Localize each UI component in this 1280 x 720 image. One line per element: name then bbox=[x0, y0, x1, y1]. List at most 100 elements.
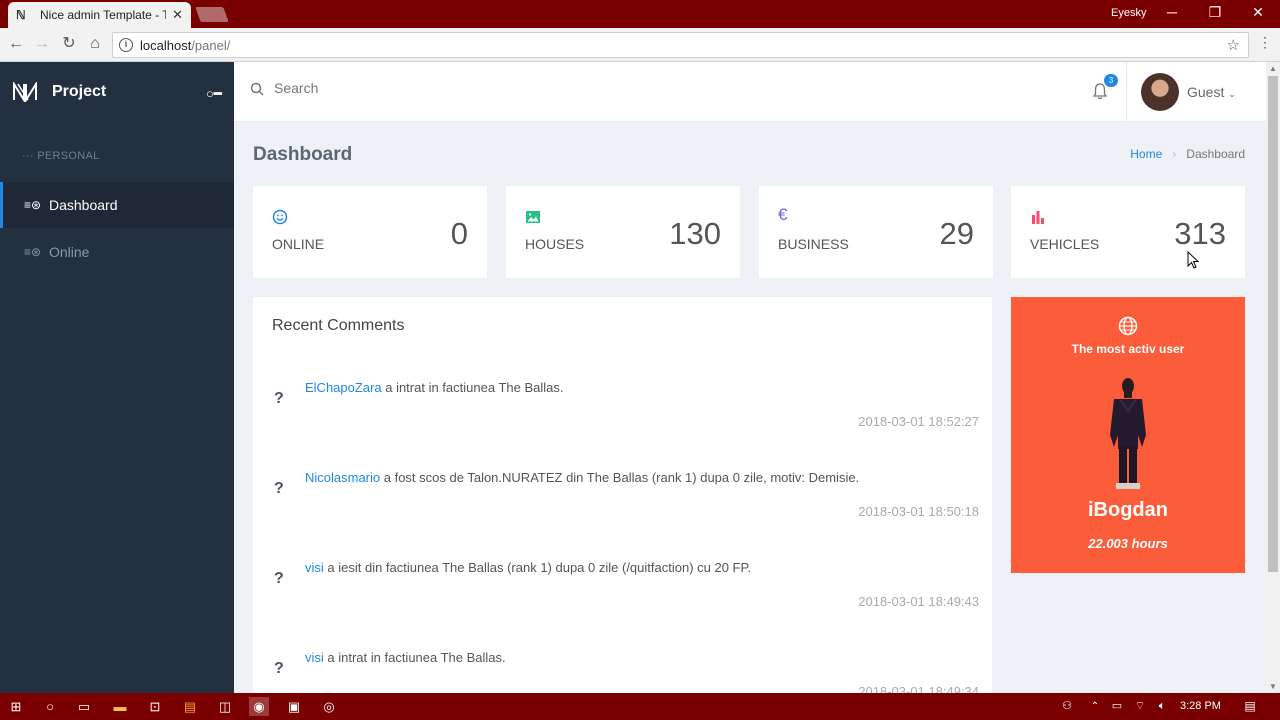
stat-label: ONLINE bbox=[272, 236, 325, 252]
sidebar: Project ○━ ··· PERSONAL ≡⊛ Dashboard ≡⊛ … bbox=[0, 62, 234, 693]
home-icon[interactable]: ⌂ bbox=[85, 34, 105, 54]
cortana-icon[interactable]: ○ bbox=[40, 697, 60, 716]
question-icon: ? bbox=[274, 570, 284, 587]
scroll-up-icon[interactable]: ▲ bbox=[1269, 64, 1277, 73]
forward-icon[interactable]: → bbox=[32, 34, 52, 54]
comment-time: 2018-03-01 18:50:18 bbox=[858, 504, 979, 519]
browser-menu-icon[interactable]: ⋮ bbox=[1258, 34, 1272, 51]
minimize-icon[interactable]: ─ bbox=[1162, 4, 1182, 20]
comment-time: 2018-03-01 18:49:43 bbox=[858, 594, 979, 609]
windows-taskbar: ⊞ ○ ▭ ▬ ⊡ ▤ ◫ ◉ ▣ ◎ ⚇ ⌃ ▭ ⌔ 🔈︎ 3:28 PM ▤ bbox=[0, 693, 1280, 720]
breadcrumb-separator-icon: › bbox=[1172, 147, 1177, 161]
sidebar-item-label: Dashboard bbox=[49, 197, 118, 213]
bookmark-star-icon[interactable]: ☆ bbox=[1227, 36, 1240, 54]
question-icon: ? bbox=[274, 660, 284, 677]
comment-item: ? visi a intrat in factiunea The Ballas.… bbox=[253, 650, 992, 693]
recent-comments-panel: Recent Comments ? ElChapoZara a intrat i… bbox=[253, 297, 992, 693]
app-icon[interactable]: ◎ bbox=[319, 697, 339, 716]
breadcrumb: Home › Dashboard bbox=[1130, 147, 1245, 161]
user-name: Guest bbox=[1187, 84, 1225, 100]
media-player-icon[interactable]: ▣ bbox=[284, 697, 304, 716]
people-icon[interactable]: ⚇ bbox=[1057, 697, 1077, 716]
player-skin-image bbox=[1110, 378, 1146, 489]
sidebar-section-label: ··· PERSONAL bbox=[22, 150, 100, 162]
comment-user-link[interactable]: visi bbox=[305, 560, 324, 575]
start-menu-icon[interactable]: ⊞ bbox=[6, 697, 26, 716]
url-host: localhost bbox=[140, 37, 192, 53]
browser-profile-name[interactable]: Eyesky bbox=[1111, 7, 1146, 19]
chevron-down-icon: ⌄ bbox=[1228, 89, 1236, 99]
action-center-icon[interactable]: ▤ bbox=[1240, 697, 1260, 716]
brand-name: Project bbox=[52, 83, 107, 100]
stat-value: 130 bbox=[669, 216, 721, 251]
smile-icon bbox=[272, 209, 288, 225]
taskbar-clock[interactable]: 3:28 PM bbox=[1180, 700, 1221, 712]
stat-value: 29 bbox=[939, 216, 974, 251]
sidebar-toggle-icon[interactable]: ○━ bbox=[206, 86, 222, 102]
dashboard-icon: ≡⊛ bbox=[24, 198, 42, 212]
stat-card-business: € BUSINESS 29 bbox=[759, 186, 993, 278]
sidebar-item-label: Online bbox=[49, 244, 90, 260]
top-user-card: The most activ user iBogdan 22.003 hours bbox=[1011, 297, 1245, 573]
comment-text: visi a intrat in factiunea The Ballas. bbox=[305, 650, 506, 665]
browser-tab[interactable]: ℕ Nice admin Template - Th ✕ bbox=[8, 2, 191, 28]
sublime-text-icon[interactable]: ▤ bbox=[180, 697, 200, 716]
scrollbar-thumb[interactable] bbox=[1268, 76, 1278, 572]
url-path: /panel/ bbox=[191, 37, 231, 53]
back-icon[interactable]: ← bbox=[6, 34, 26, 54]
comment-text: ElChapoZara a intrat in factiunea The Ba… bbox=[305, 380, 564, 395]
scroll-down-icon[interactable]: ▼ bbox=[1269, 682, 1277, 691]
top-user-name: iBogdan bbox=[1088, 499, 1168, 521]
comment-text: Nicolasmario a fost scos de Talon.NURATE… bbox=[305, 470, 860, 485]
task-view-icon[interactable]: ▭ bbox=[74, 697, 94, 716]
notification-badge: 3 bbox=[1104, 74, 1118, 87]
header-divider bbox=[1126, 62, 1127, 122]
app-icon[interactable]: ◫ bbox=[215, 697, 235, 716]
battery-icon[interactable]: ▭ bbox=[1107, 697, 1127, 716]
breadcrumb-home[interactable]: Home bbox=[1130, 147, 1162, 161]
close-tab-icon[interactable]: ✕ bbox=[172, 7, 183, 23]
stat-value: 0 bbox=[450, 216, 468, 251]
comment-text: visi a iesit din factiunea The Ballas (r… bbox=[305, 560, 752, 575]
stat-value: 313 bbox=[1174, 216, 1226, 251]
comment-time: 2018-03-01 18:49:34 bbox=[858, 684, 979, 693]
page-scrollbar[interactable]: ▲ ▼ bbox=[1266, 62, 1280, 693]
browser-toolbar: ← → ↻ ⌂ i localhost/panel/ ☆ ⋮ bbox=[0, 28, 1280, 62]
search-input[interactable] bbox=[274, 80, 574, 96]
show-hidden-icons-icon[interactable]: ⌃ bbox=[1085, 697, 1105, 716]
bar-chart-icon bbox=[1032, 211, 1044, 224]
comment-item: ? ElChapoZara a intrat in factiunea The … bbox=[253, 380, 992, 470]
brand[interactable]: Project bbox=[12, 82, 106, 102]
panel-title: Recent Comments bbox=[272, 317, 405, 334]
chrome-icon[interactable]: ◉ bbox=[249, 697, 269, 716]
new-tab-button[interactable] bbox=[195, 7, 229, 22]
search-icon[interactable] bbox=[250, 82, 264, 96]
info-icon[interactable]: i bbox=[119, 38, 133, 52]
online-icon: ≡⊛ bbox=[24, 245, 42, 259]
comment-user-link[interactable]: Nicolasmario bbox=[305, 470, 380, 485]
top-header: 3 Guest ⌄ bbox=[234, 62, 1266, 122]
file-explorer-icon[interactable]: ▬ bbox=[110, 697, 130, 716]
top-user-heading: The most activ user bbox=[1071, 342, 1185, 356]
sidebar-item-dashboard[interactable]: ≡⊛ Dashboard bbox=[0, 182, 234, 228]
avatar[interactable] bbox=[1141, 73, 1179, 111]
question-icon: ? bbox=[274, 480, 284, 497]
volume-icon[interactable]: 🔈︎ bbox=[1152, 697, 1172, 716]
stat-card-houses: HOUSES 130 bbox=[506, 186, 740, 278]
browser-titlebar: ℕ Nice admin Template - Th ✕ Eyesky ─ ❐ … bbox=[0, 0, 1280, 28]
comment-user-link[interactable]: ElChapoZara bbox=[305, 380, 382, 395]
close-window-icon[interactable]: ✕ bbox=[1248, 4, 1268, 21]
mouse-cursor-icon bbox=[1187, 251, 1199, 269]
comment-user-link[interactable]: visi bbox=[305, 650, 324, 665]
site-favicon-icon: ℕ bbox=[16, 8, 26, 22]
restore-icon[interactable]: ❐ bbox=[1205, 4, 1225, 21]
address-bar[interactable]: i localhost/panel/ ☆ bbox=[112, 32, 1249, 58]
globe-icon bbox=[1118, 316, 1138, 336]
page-title: Dashboard bbox=[253, 144, 353, 165]
sidebar-item-online[interactable]: ≡⊛ Online bbox=[0, 229, 234, 275]
store-icon[interactable]: ⊡ bbox=[145, 697, 165, 716]
reload-icon[interactable]: ↻ bbox=[59, 34, 79, 54]
user-menu[interactable]: Guest ⌄ bbox=[1187, 84, 1236, 100]
stat-label: HOUSES bbox=[525, 236, 585, 252]
wifi-icon[interactable]: ⌔ bbox=[1130, 697, 1150, 716]
